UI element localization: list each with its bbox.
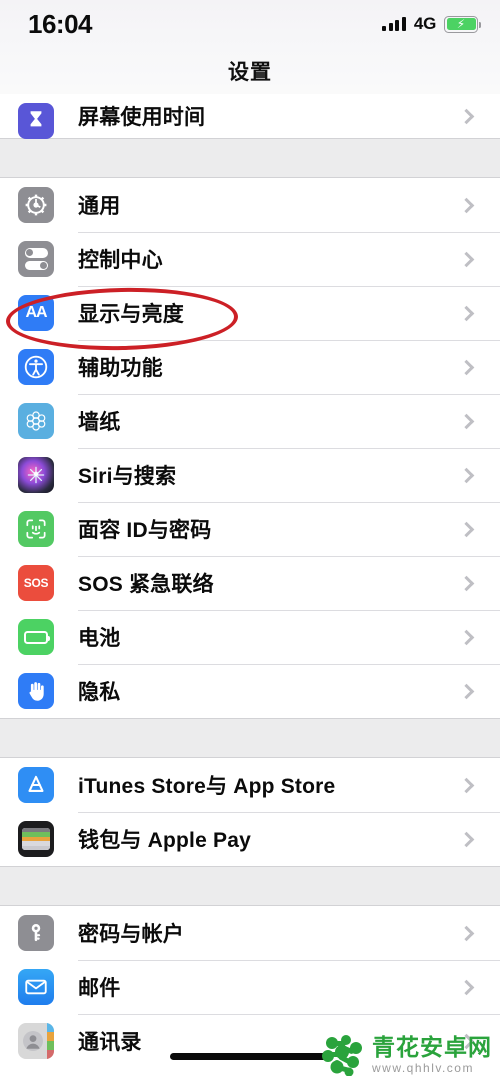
page-title: 设置: [228, 61, 272, 84]
settings-row[interactable]: 墙纸: [0, 394, 500, 448]
battery-charging-icon: ⚡: [444, 15, 481, 33]
status-clock: 16:04: [28, 8, 93, 39]
chevron-right-icon: [458, 979, 475, 995]
settings-row[interactable]: 面容 ID与密码: [0, 502, 500, 556]
home-indicator-bar: [170, 1053, 330, 1060]
sos-icon: SOS: [18, 565, 54, 601]
battery-icon: [18, 619, 54, 655]
app-store-icon: [18, 767, 54, 803]
chevron-right-icon: [458, 575, 475, 591]
settings-row[interactable]: 钱包与 Apple Pay: [0, 812, 500, 866]
settings-group-stores: iTunes Store与 App Store 钱包与 Apple Pay: [0, 758, 500, 866]
chevron-right-icon: [458, 777, 475, 793]
settings-row[interactable]: 通用: [0, 178, 500, 232]
settings-row[interactable]: Siri与搜索: [0, 448, 500, 502]
settings-row-label: 显示与亮度: [78, 303, 184, 326]
hand-icon: [18, 673, 54, 709]
signal-bars-icon: [382, 17, 406, 31]
chevron-right-icon: [458, 467, 475, 483]
settings-row-label: 辅助功能: [78, 357, 163, 380]
settings-row-label: 密码与帐户: [78, 923, 184, 946]
chevron-right-icon: [458, 251, 475, 267]
settings-row-label: 面容 ID与密码: [78, 519, 212, 542]
settings-row-label: Siri与搜索: [78, 465, 177, 488]
settings-row[interactable]: 隐私: [0, 664, 500, 718]
chevron-right-icon: [458, 413, 475, 429]
face-id-icon: [18, 511, 54, 547]
chevron-right-icon: [458, 359, 475, 375]
settings-group-screen-time: 屏幕使用时间: [0, 94, 500, 139]
settings-row[interactable]: 辅助功能: [0, 340, 500, 394]
settings-row-label: 通用: [78, 195, 121, 218]
settings-row-label: 电池: [78, 627, 121, 650]
hourglass-icon: [18, 103, 54, 139]
wallet-icon: [18, 821, 54, 857]
settings-row-label: 控制中心: [78, 249, 163, 272]
settings-row[interactable]: 屏幕使用时间: [0, 94, 500, 139]
status-bar: 16:04 4G ⚡: [0, 0, 500, 48]
siri-orb-icon: [18, 457, 54, 493]
accessibility-icon: [18, 349, 54, 385]
settings-row-label: 隐私: [78, 681, 121, 704]
section-divider: [0, 718, 500, 758]
settings-row[interactable]: SOS SOS 紧急联络: [0, 556, 500, 610]
flower-icon: [18, 403, 54, 439]
settings-row[interactable]: 密码与帐户: [0, 906, 500, 960]
chevron-right-icon: [458, 683, 475, 699]
settings-row-label: 钱包与 Apple Pay: [78, 829, 251, 852]
watermark-logo-icon: [322, 1035, 362, 1076]
settings-list: 屏幕使用时间 通用控制中心 AA 显示与亮度辅助功能墙纸 Siri与搜索面容 ID与密码…: [0, 94, 500, 1068]
chevron-right-icon: [458, 521, 475, 537]
chevron-right-icon: [458, 925, 475, 941]
chevron-right-icon: [458, 831, 475, 847]
chevron-right-icon: [458, 197, 475, 213]
settings-row[interactable]: AA 显示与亮度: [0, 286, 500, 340]
navigation-bar: 设置: [0, 48, 500, 94]
chevron-right-icon: [458, 629, 475, 645]
aa-text-icon: AA: [18, 295, 54, 331]
sliders-icon: [18, 241, 54, 277]
settings-row-label: 墙纸: [78, 411, 121, 434]
settings-row[interactable]: iTunes Store与 App Store: [0, 758, 500, 812]
chevron-right-icon: [458, 305, 475, 321]
settings-row[interactable]: 邮件: [0, 960, 500, 1014]
network-type-label: 4G: [413, 14, 436, 33]
watermark-title: 青花安卓网: [372, 1034, 492, 1060]
section-divider: [0, 138, 500, 178]
settings-row-label: iTunes Store与 App Store: [78, 775, 336, 798]
contacts-icon: [18, 1023, 54, 1059]
watermark-url: www.qhhlv.com: [372, 1061, 474, 1075]
status-indicators: 4G ⚡: [382, 14, 481, 34]
chevron-right-icon: [458, 108, 475, 124]
settings-row-label: SOS 紧急联络: [78, 573, 214, 596]
envelope-icon: [18, 969, 54, 1005]
settings-row[interactable]: 控制中心: [0, 232, 500, 286]
settings-row-label: 屏幕使用时间: [78, 106, 206, 129]
settings-row[interactable]: 电池: [0, 610, 500, 664]
gear-icon: [18, 187, 54, 223]
section-divider: [0, 866, 500, 906]
settings-row-label: 邮件: [78, 977, 121, 1000]
settings-group-system: 通用 控制中心 AA 显示与亮度 辅助功能 墙纸 Siri与搜索 面容 ID与密码 SOS SOS…: [0, 178, 500, 718]
site-watermark: 青花安卓网 www.qhhlv.com: [319, 1034, 492, 1076]
key-icon: [18, 915, 54, 951]
